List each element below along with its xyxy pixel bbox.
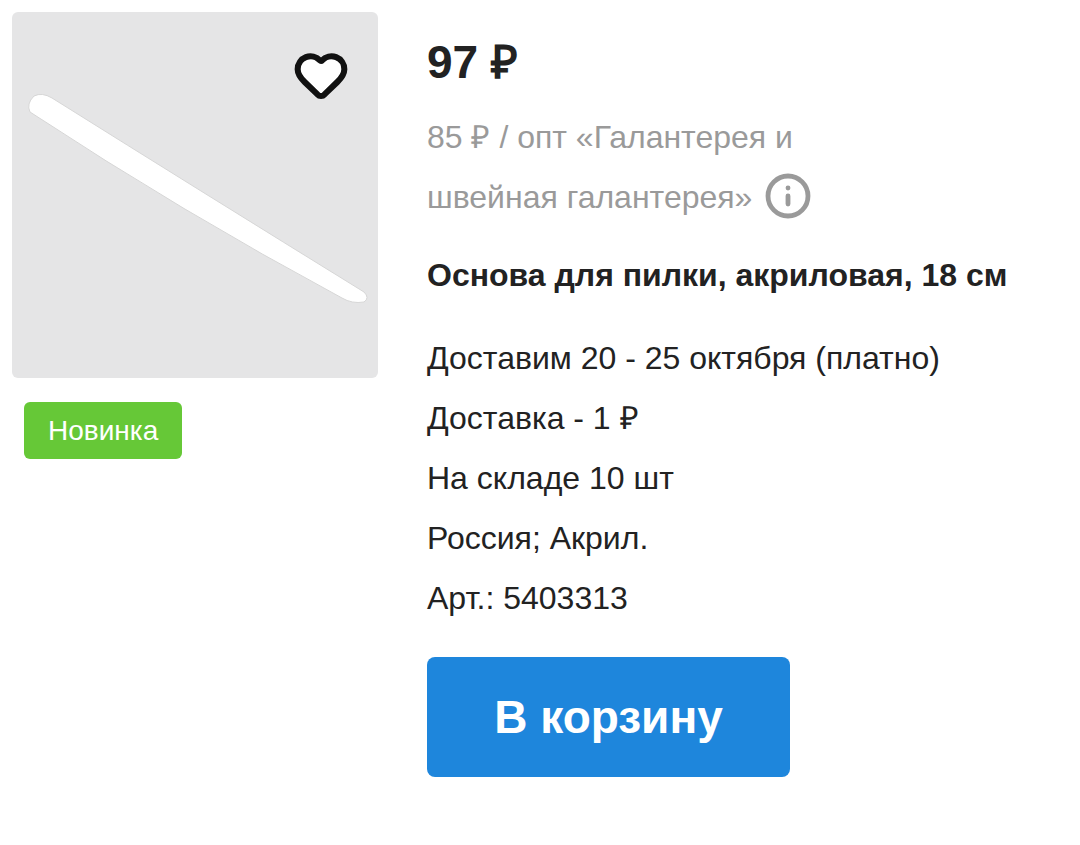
details-list: Доставим 20 - 25 октября (платно)Доставк… <box>427 328 1047 628</box>
new-badge: Новинка <box>24 402 182 459</box>
add-to-cart-button[interactable]: В корзину <box>427 657 790 777</box>
detail-row: Россия; Акрил. <box>427 508 1047 568</box>
wholesale-price: 85 ₽ / опт «Галантерея и швейная галанте… <box>427 107 927 227</box>
product-title: Основа для пилки, акриловая, 18 см <box>427 251 1047 299</box>
image-column: Новинка <box>12 12 378 845</box>
product-page: Новинка 97 ₽ 85 ₽ / опт «Галантерея и швей… <box>0 0 1080 845</box>
heart-icon <box>293 47 349 103</box>
detail-row: Арт.: 5403313 <box>427 568 1047 628</box>
info-icon[interactable] <box>764 172 812 220</box>
favorite-button[interactable] <box>290 44 352 106</box>
product-image[interactable] <box>12 12 378 378</box>
price: 97 ₽ <box>427 34 1047 90</box>
detail-row: Доставка - 1 ₽ <box>427 388 1047 448</box>
detail-row: Доставим 20 - 25 октября (платно) <box>427 328 1047 388</box>
info-column: 97 ₽ 85 ₽ / опт «Галантерея и швейная гал… <box>427 12 1047 845</box>
detail-row: На складе 10 шт <box>427 448 1047 508</box>
